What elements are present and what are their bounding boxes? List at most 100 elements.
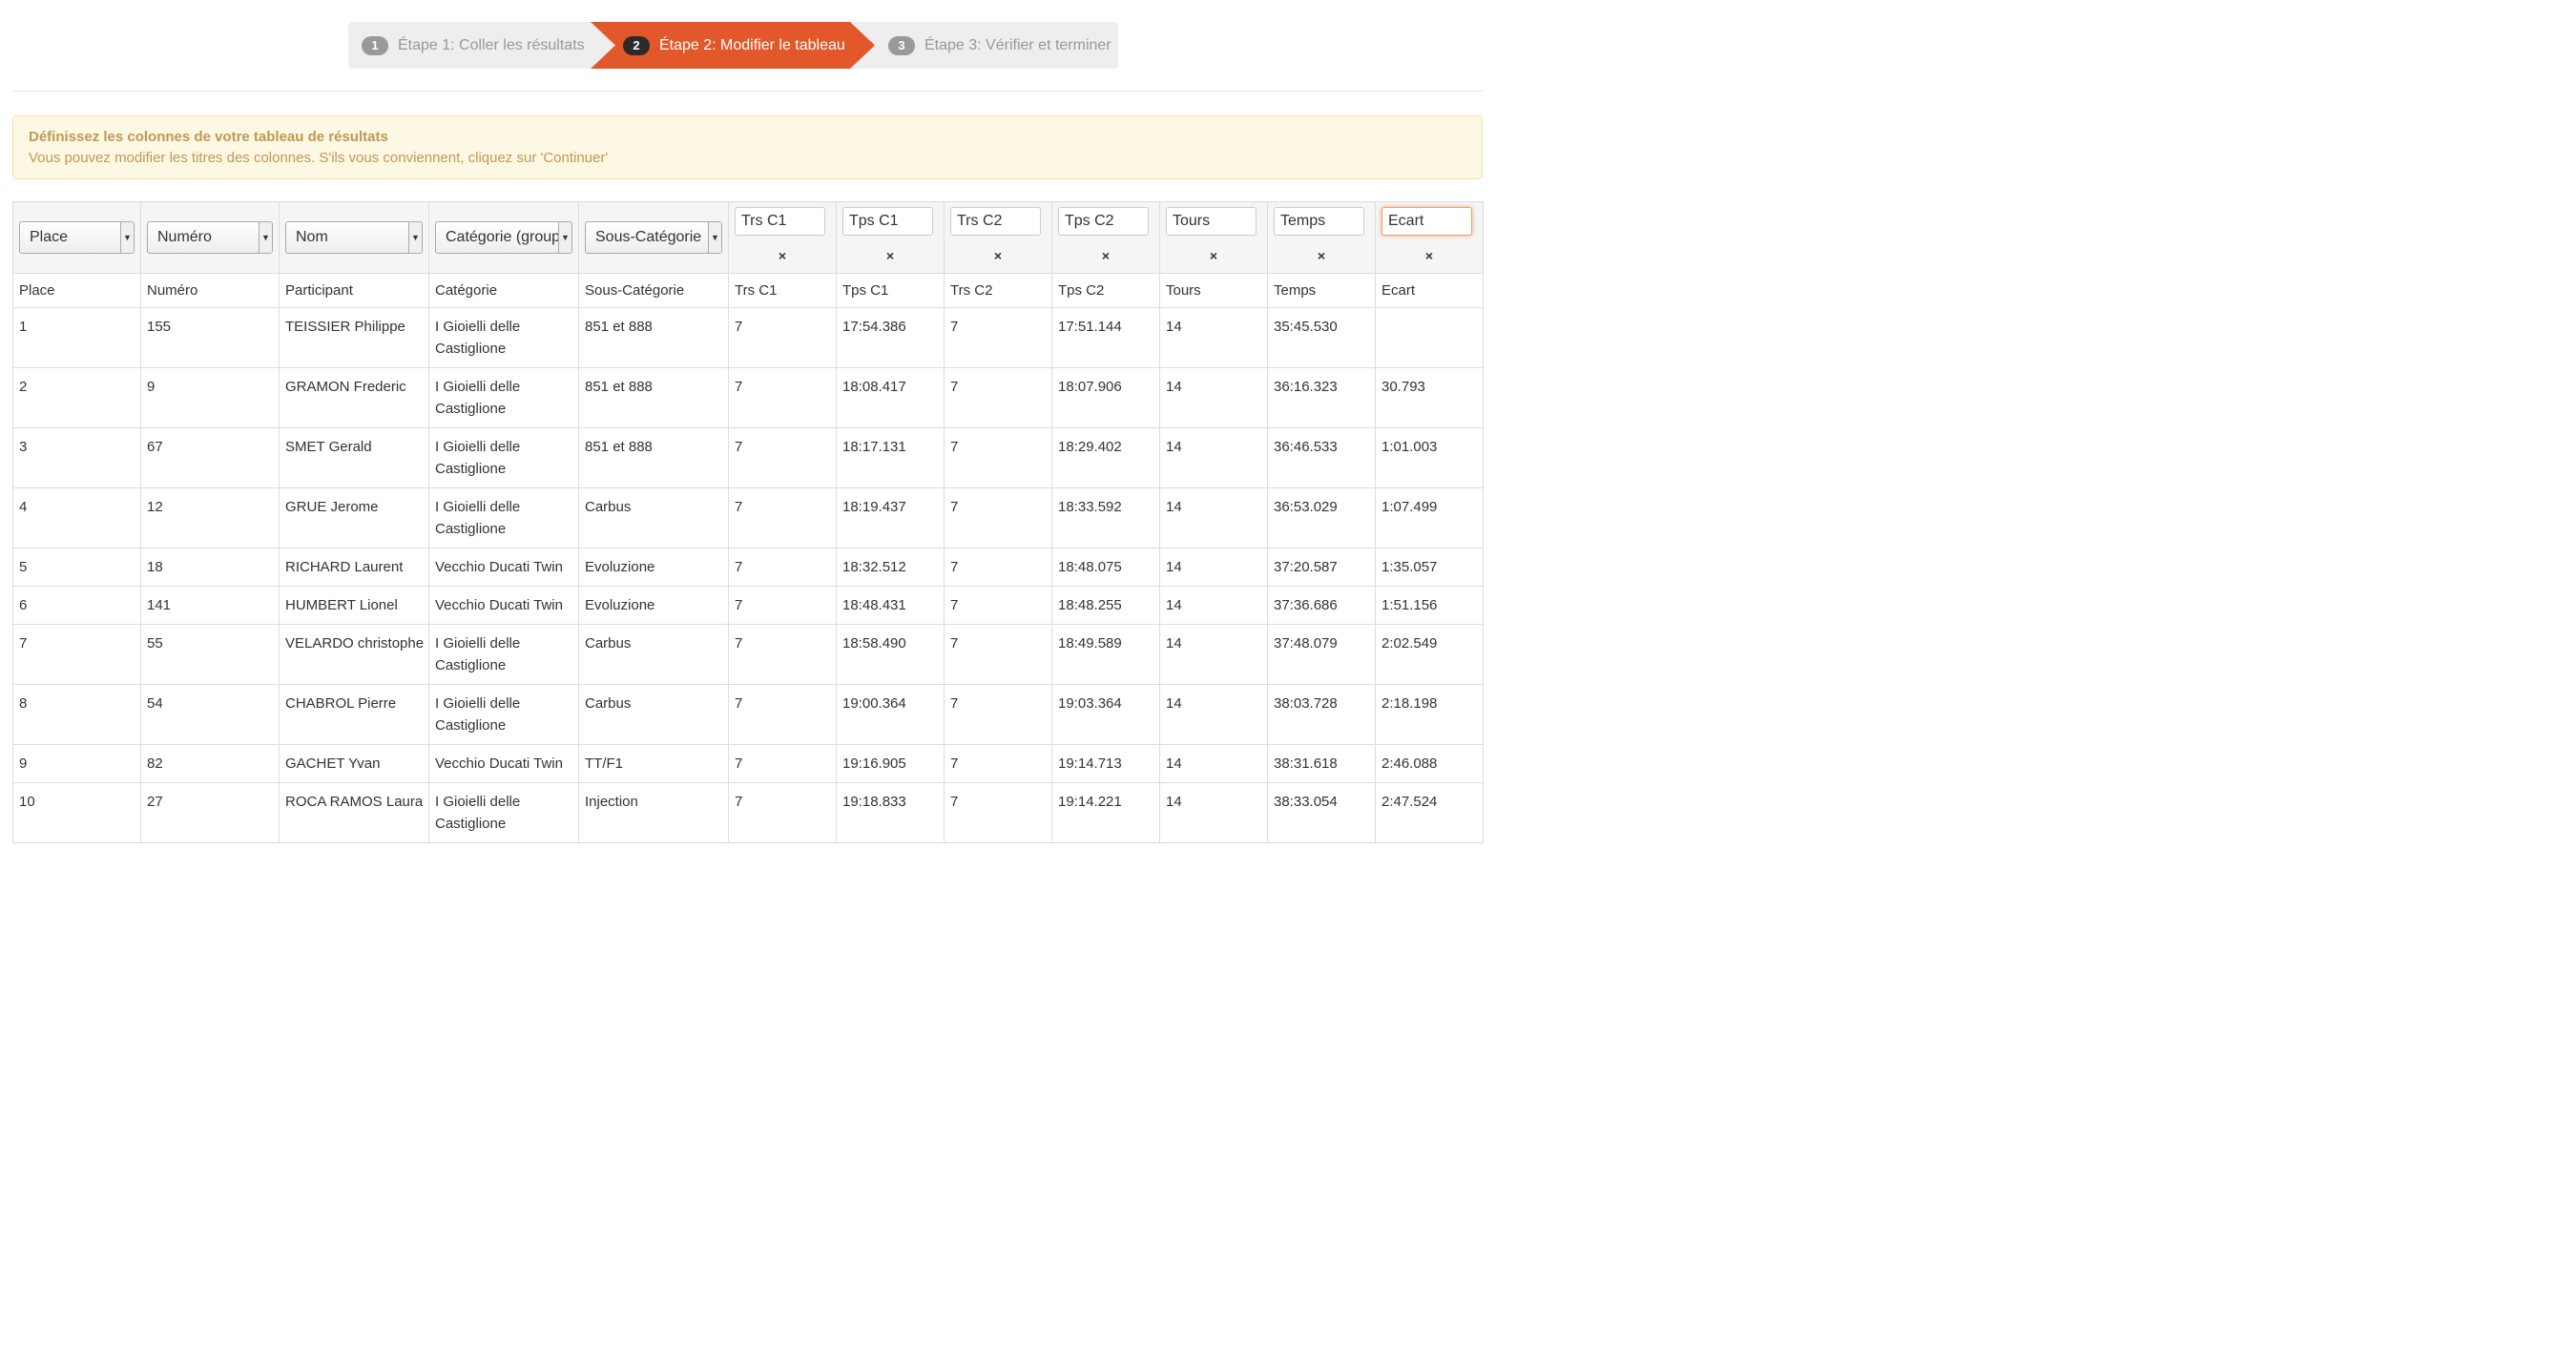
remove-column-icon[interactable]: × [842, 245, 938, 267]
table-cell: Vecchio Ducati Twin [428, 548, 579, 587]
table-cell: 7 [944, 427, 1052, 488]
remove-column-icon[interactable]: × [1166, 245, 1261, 267]
table-cell: 36:53.029 [1267, 487, 1376, 548]
remove-column-icon[interactable]: × [1381, 245, 1477, 267]
column-header: Place [12, 273, 141, 308]
column-header: Tps C1 [836, 273, 945, 308]
table-cell: 2:02.549 [1375, 624, 1484, 685]
column-controls-row: Place ▼ Numéro ▼ Nom ▼ Catégorie (groupe… [12, 201, 1484, 274]
table-cell: 851 et 888 [578, 307, 729, 368]
table-cell: 14 [1159, 586, 1268, 625]
table-cell: TEISSIER Philippe [279, 307, 429, 368]
table-cell: Carbus [578, 624, 729, 685]
column-title-input-trs-c1[interactable] [735, 207, 825, 236]
table-cell: 7 [12, 624, 141, 685]
table-cell: 7 [728, 586, 837, 625]
table-cell: 7 [944, 307, 1052, 368]
table-cell: 18:49.589 [1051, 624, 1160, 685]
column-header: Catégorie [428, 273, 579, 308]
table-cell: 4 [12, 487, 141, 548]
table-cell: 1:51.156 [1375, 586, 1484, 625]
column-header: Trs C1 [728, 273, 837, 308]
column-title-input-trs-c2[interactable] [950, 207, 1041, 236]
table-cell: 18:32.512 [836, 548, 945, 587]
table-cell: 7 [728, 624, 837, 685]
column-title-input-tps-c1[interactable] [842, 207, 933, 236]
table-cell: 82 [140, 744, 280, 783]
step-2-number: 2 [623, 35, 650, 55]
table-cell: ROCA RAMOS Laura [279, 782, 429, 843]
column-header: Trs C2 [944, 273, 1052, 308]
input-cell: × [1267, 201, 1376, 274]
select-cell: Catégorie (groupe) ▼ [428, 201, 579, 274]
table-cell: 36:46.533 [1267, 427, 1376, 488]
column-select-sous-categorie[interactable]: Sous-Catégorie ▼ [585, 221, 722, 254]
chevron-down-icon: ▼ [708, 222, 721, 253]
table-cell: I Gioielli delle Castiglione [428, 307, 579, 368]
table-cell: 18:48.255 [1051, 586, 1160, 625]
header-row: Place Numéro Participant Catégorie Sous-Caté… [12, 273, 1484, 308]
table-row: 4 12 GRUE Jerome I Gioielli delle Castiglio… [12, 487, 1484, 548]
column-select-numero[interactable]: Numéro ▼ [147, 221, 273, 254]
table-row: 1 155 TEISSIER Philippe I Gioielli delle Ca… [12, 307, 1484, 368]
column-select-place[interactable]: Place ▼ [19, 221, 135, 254]
table-cell [1375, 307, 1484, 368]
table-cell: 1:01.003 [1375, 427, 1484, 488]
column-select-nom[interactable]: Nom ▼ [285, 221, 423, 254]
table-cell: 37:48.079 [1267, 624, 1376, 685]
remove-column-icon[interactable]: × [1274, 245, 1369, 267]
column-header: Sous-Catégorie [578, 273, 729, 308]
table-cell: 7 [944, 487, 1052, 548]
table-cell: 8 [12, 684, 141, 745]
chevron-down-icon: ▼ [408, 222, 422, 253]
column-title-input-tps-c2[interactable] [1058, 207, 1149, 236]
remove-column-icon[interactable]: × [1058, 245, 1153, 267]
table-row: 10 27 ROCA RAMOS Laura I Gioielli delle Cas… [12, 782, 1484, 843]
select-value: Catégorie (groupe) [446, 229, 572, 245]
step-1[interactable]: 1 Étape 1: Coller les résultats [362, 22, 585, 69]
divider [12, 91, 1483, 92]
table-cell: 9 [140, 367, 280, 428]
column-title-input-temps[interactable] [1274, 207, 1364, 236]
table-cell: 7 [728, 548, 837, 587]
table-cell: 9 [12, 744, 141, 783]
table-cell: 7 [728, 684, 837, 745]
step-2-active[interactable]: 2 Étape 2: Modifier le tableau [591, 22, 875, 69]
table-cell: 14 [1159, 624, 1268, 685]
table-cell: 7 [728, 367, 837, 428]
info-alert: Définissez les colonnes de votre tableau… [12, 115, 1483, 179]
table-cell: TT/F1 [578, 744, 729, 783]
table-cell: 67 [140, 427, 280, 488]
table-cell: 14 [1159, 487, 1268, 548]
select-cell: Nom ▼ [279, 201, 429, 274]
table-cell: 7 [728, 307, 837, 368]
table-cell: 7 [944, 367, 1052, 428]
table-cell: 38:33.054 [1267, 782, 1376, 843]
select-value: Nom [296, 229, 328, 245]
table-cell: 14 [1159, 744, 1268, 783]
remove-column-icon[interactable]: × [950, 245, 1046, 267]
table-cell: I Gioielli delle Castiglione [428, 487, 579, 548]
table-cell: 1:35.057 [1375, 548, 1484, 587]
table-cell: 3 [12, 427, 141, 488]
table-row: 5 18 RICHARD Laurent Vecchio Ducati Twin Evo… [12, 548, 1484, 587]
chevron-down-icon: ▼ [120, 222, 134, 253]
table-cell: GRAMON Frederic [279, 367, 429, 428]
table-cell: 14 [1159, 367, 1268, 428]
step-1-number: 1 [362, 35, 388, 55]
table-cell: GRUE Jerome [279, 487, 429, 548]
column-title-input-tours[interactable] [1166, 207, 1257, 236]
select-cell: Numéro ▼ [140, 201, 280, 274]
table-cell: 7 [728, 487, 837, 548]
step-3[interactable]: 3 Étape 3: Vérifier et terminer [888, 22, 1111, 69]
table-cell: 7 [728, 782, 837, 843]
column-title-input-ecart[interactable] [1381, 207, 1472, 236]
input-cell: × [944, 201, 1052, 274]
column-select-categorie[interactable]: Catégorie (groupe) ▼ [435, 221, 572, 254]
table-cell: 17:54.386 [836, 307, 945, 368]
table-cell: 14 [1159, 427, 1268, 488]
remove-column-icon[interactable]: × [735, 245, 830, 267]
table-cell: 17:51.144 [1051, 307, 1160, 368]
table-row: 3 67 SMET Gerald I Gioielli delle Castiglio… [12, 427, 1484, 488]
table-cell: Vecchio Ducati Twin [428, 744, 579, 783]
